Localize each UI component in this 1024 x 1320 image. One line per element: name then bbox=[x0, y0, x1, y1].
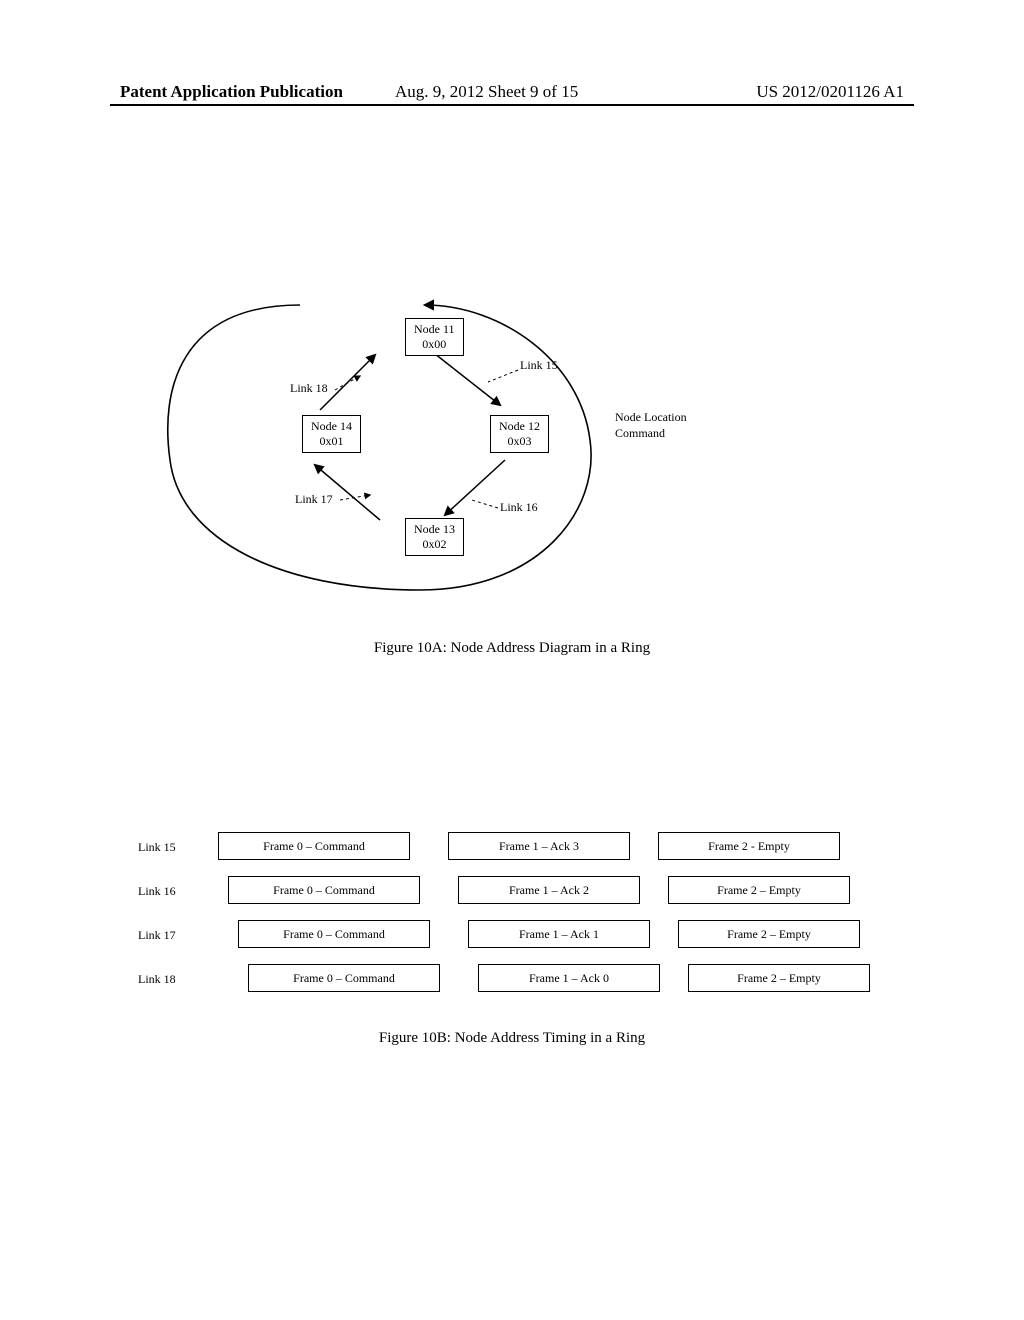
frame-box: Frame 1 – Ack 0 bbox=[478, 964, 660, 992]
timing-row-label: Link 15 bbox=[138, 840, 176, 855]
header-rule bbox=[110, 104, 914, 106]
timing-row: Link 17 Frame 0 – Command Frame 1 – Ack … bbox=[138, 918, 886, 962]
frame-box: Frame 2 – Empty bbox=[678, 920, 860, 948]
header-right: US 2012/0201126 A1 bbox=[756, 82, 904, 102]
side-annotation: Node Location Command bbox=[615, 410, 687, 441]
node-12-name: Node 12 bbox=[499, 419, 540, 434]
link-16-label: Link 16 bbox=[500, 500, 538, 515]
node-13-name: Node 13 bbox=[414, 522, 455, 537]
timing-row-label: Link 16 bbox=[138, 884, 176, 899]
frame-box: Frame 2 – Empty bbox=[668, 876, 850, 904]
header-left: Patent Application Publication bbox=[120, 82, 343, 102]
ring-diagram-svg bbox=[120, 290, 640, 610]
frame-box: Frame 2 – Empty bbox=[688, 964, 870, 992]
link-15-label: Link 15 bbox=[520, 358, 558, 373]
frame-box: Frame 1 – Ack 3 bbox=[448, 832, 630, 860]
timing-row: Link 16 Frame 0 – Command Frame 1 – Ack … bbox=[138, 874, 886, 918]
link-17-label: Link 17 bbox=[295, 492, 333, 507]
node-11-addr: 0x00 bbox=[414, 337, 455, 352]
frame-box: Frame 1 – Ack 2 bbox=[458, 876, 640, 904]
side-annotation-line1: Node Location bbox=[615, 410, 687, 426]
node-12-addr: 0x03 bbox=[499, 434, 540, 449]
frame-box: Frame 0 – Command bbox=[248, 964, 440, 992]
timing-row-label: Link 17 bbox=[138, 928, 176, 943]
frame-box: Frame 0 – Command bbox=[218, 832, 410, 860]
figure-10a: Node 11 0x00 Node 12 0x03 Node 13 0x02 N… bbox=[120, 290, 904, 630]
timing-row-label: Link 18 bbox=[138, 972, 176, 987]
figure-10a-caption: Figure 10A: Node Address Diagram in a Ri… bbox=[0, 640, 1024, 657]
frame-box: Frame 1 – Ack 1 bbox=[468, 920, 650, 948]
node-12-box: Node 12 0x03 bbox=[490, 415, 549, 453]
node-14-name: Node 14 bbox=[311, 419, 352, 434]
node-11-box: Node 11 0x00 bbox=[405, 318, 464, 356]
frame-box: Frame 0 – Command bbox=[228, 876, 420, 904]
node-11-name: Node 11 bbox=[414, 322, 455, 337]
link-18-label: Link 18 bbox=[290, 381, 328, 396]
figure-10b: Link 15 Frame 0 – Command Frame 1 – Ack … bbox=[138, 830, 886, 1006]
figure-10b-caption: Figure 10B: Node Address Timing in a Rin… bbox=[0, 1030, 1024, 1047]
node-14-addr: 0x01 bbox=[311, 434, 352, 449]
side-annotation-line2: Command bbox=[615, 426, 687, 442]
node-13-box: Node 13 0x02 bbox=[405, 518, 464, 556]
node-13-addr: 0x02 bbox=[414, 537, 455, 552]
frame-box: Frame 0 – Command bbox=[238, 920, 430, 948]
timing-row: Link 18 Frame 0 – Command Frame 1 – Ack … bbox=[138, 962, 886, 1006]
frame-box: Frame 2 - Empty bbox=[658, 832, 840, 860]
node-14-box: Node 14 0x01 bbox=[302, 415, 361, 453]
header-center: Aug. 9, 2012 Sheet 9 of 15 bbox=[395, 82, 578, 102]
timing-row: Link 15 Frame 0 – Command Frame 1 – Ack … bbox=[138, 830, 886, 874]
